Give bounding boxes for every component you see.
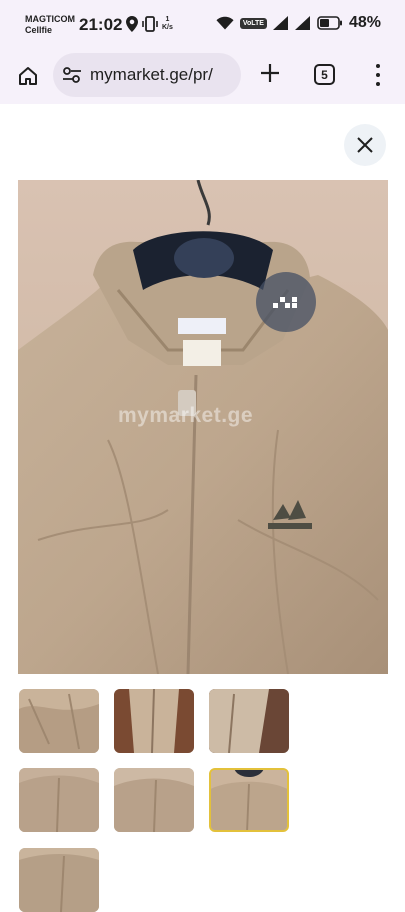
menu-dot-icon xyxy=(376,72,380,77)
more-menu-button[interactable] xyxy=(370,62,386,88)
main-product-image[interactable]: mymarket.ge xyxy=(18,180,388,674)
site-settings-icon[interactable] xyxy=(62,66,82,84)
menu-dot-icon xyxy=(376,81,380,86)
clock: 21:02 xyxy=(79,15,123,34)
thumbnail-image xyxy=(114,689,194,753)
plus-icon xyxy=(261,64,279,82)
pixel-zoom-icon xyxy=(273,297,297,308)
watermark: mymarket.ge xyxy=(118,404,254,427)
close-gallery-button[interactable] xyxy=(344,124,386,166)
address-bar[interactable]: mymarket.ge/pr/ xyxy=(53,53,241,97)
browser-toolbar: mymarket.ge/pr/ 5 xyxy=(0,50,405,104)
thumbnail[interactable] xyxy=(114,768,194,832)
wifi-icon xyxy=(216,16,234,30)
tab-switcher-button[interactable]: 5 xyxy=(314,64,335,85)
home-icon xyxy=(19,67,37,85)
thumbnail-image xyxy=(19,689,99,753)
thumbnail[interactable] xyxy=(114,689,194,753)
thumbnail-selected[interactable] xyxy=(209,768,289,832)
signal-icon-1 xyxy=(272,16,288,30)
thumbnail[interactable] xyxy=(19,768,99,832)
thumbnail-image xyxy=(114,768,194,832)
status-bar: MAGTICOM Cellfie 21:02 1 K/s VoLTE 48% xyxy=(0,0,405,50)
signal-icon-2 xyxy=(294,16,310,30)
vibrate-icon xyxy=(142,16,158,32)
thumbnail-image xyxy=(211,770,287,830)
carrier-line-2: Cellfie xyxy=(25,25,53,35)
status-icons: 1 K/s xyxy=(126,16,173,32)
thumbnail[interactable] xyxy=(19,848,99,912)
carrier-label: MAGTICOM Cellfie xyxy=(25,14,75,36)
home-button[interactable] xyxy=(13,61,43,91)
status-right: VoLTE 48% xyxy=(216,14,381,32)
thumbnail-image xyxy=(19,768,99,832)
url-text: mymarket.ge/pr/ xyxy=(90,65,213,84)
carrier-line-1: MAGTICOM xyxy=(25,14,75,24)
thumbnail[interactable] xyxy=(19,689,99,753)
volte-badge: VoLTE xyxy=(239,17,267,29)
zoom-button[interactable] xyxy=(256,272,316,332)
new-tab-button[interactable] xyxy=(256,59,284,87)
thumbnail-image xyxy=(19,848,99,912)
battery-percent: 48% xyxy=(348,14,381,31)
thumbnail-image xyxy=(209,689,289,753)
location-icon xyxy=(126,16,138,32)
net-speed: 1 K/s xyxy=(162,16,173,31)
battery-icon xyxy=(317,16,342,30)
close-icon xyxy=(357,137,373,153)
menu-dot-icon xyxy=(376,64,380,69)
thumbnail[interactable] xyxy=(209,689,289,753)
